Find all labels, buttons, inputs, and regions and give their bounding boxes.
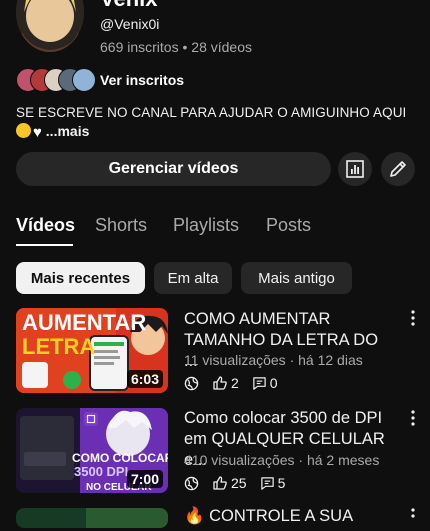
globe-icon bbox=[184, 476, 199, 490]
comments-count: 0 bbox=[252, 375, 278, 391]
comments-value: 5 bbox=[277, 475, 286, 491]
comment-icon bbox=[260, 476, 274, 490]
video-duration: 7:00 bbox=[126, 470, 163, 488]
video-thumbnail[interactable] bbox=[16, 508, 168, 528]
comments-value: 0 bbox=[269, 375, 278, 391]
subscriber-avatar bbox=[72, 68, 96, 92]
edit-channel-button[interactable] bbox=[381, 152, 415, 186]
tab-shorts[interactable]: Shorts bbox=[95, 215, 147, 236]
comments-count: 5 bbox=[260, 475, 286, 491]
channel-handle: @Venix0i bbox=[100, 16, 160, 32]
video-stats: 25 5 bbox=[184, 474, 298, 492]
smile-emoji-icon bbox=[16, 123, 31, 138]
video-thumbnail[interactable]: AUMENTAR LETRA 6:03 bbox=[16, 308, 168, 393]
visibility-indicator bbox=[184, 476, 199, 491]
channel-description: SE ESCREVE NO CANAL PARA AJUDAR O AMIGUI… bbox=[16, 105, 407, 120]
video-meta: 11 visualizações · há 12 dias bbox=[184, 352, 363, 368]
visibility-indicator bbox=[184, 376, 199, 391]
bar-chart-icon bbox=[346, 160, 364, 178]
tab-playlists[interactable]: Playlists bbox=[173, 215, 239, 236]
video-title[interactable]: 🔥 CONTROLE A SUA bbox=[184, 506, 396, 527]
likes-count: 25 bbox=[212, 475, 247, 491]
active-tab-indicator bbox=[16, 244, 73, 246]
video-count: 28 vídeos bbox=[191, 39, 252, 55]
video-stats: 2 0 bbox=[184, 374, 291, 392]
video-thumbnail[interactable]: COMO COLOCAR 3500 DPI NO CELULAR 7:00 bbox=[16, 408, 168, 493]
thumbs-up-icon bbox=[213, 376, 227, 390]
subscriber-avatars[interactable] bbox=[16, 68, 96, 92]
channel-avatar[interactable] bbox=[16, 0, 84, 52]
thumbs-up-icon bbox=[213, 476, 227, 490]
thumbnail-text-2: LETRA bbox=[22, 334, 95, 359]
channel-name: Venix bbox=[100, 0, 157, 12]
thumbnail-text-2: 3500 DPI bbox=[74, 464, 128, 479]
thumbnail-text-1: COMO COLOCAR bbox=[72, 451, 168, 465]
video-duration: 6:03 bbox=[126, 370, 163, 388]
chip-popular[interactable]: Em alta bbox=[154, 262, 232, 294]
more-options-icon[interactable] bbox=[407, 408, 419, 428]
globe-icon bbox=[184, 376, 199, 390]
video-title-text: CONTROLE A SUA bbox=[209, 507, 354, 525]
tab-videos[interactable]: Vídeos bbox=[16, 215, 75, 236]
more-link[interactable]: ...mais bbox=[46, 123, 90, 139]
video-title-line: 🔥 CONTROLE A SUA bbox=[184, 506, 396, 527]
subscriber-count: 669 inscritos bbox=[100, 39, 179, 55]
channel-stats: 669 inscritos • 28 vídeos bbox=[100, 39, 252, 55]
manage-videos-button[interactable]: Gerenciar vídeos bbox=[16, 152, 331, 186]
comment-icon bbox=[253, 376, 266, 390]
more-options-icon[interactable] bbox=[407, 506, 419, 526]
thumbnail-text-1: AUMENTAR bbox=[22, 310, 146, 335]
chip-most-recent[interactable]: Mais recentes bbox=[16, 262, 145, 294]
likes-value: 25 bbox=[231, 475, 247, 491]
likes-count: 2 bbox=[212, 375, 239, 391]
analytics-button[interactable] bbox=[338, 152, 372, 186]
chip-oldest[interactable]: Mais antigo bbox=[241, 262, 352, 294]
see-subscribers-link[interactable]: Ver inscritos bbox=[100, 72, 184, 88]
tab-posts[interactable]: Posts bbox=[266, 215, 311, 236]
fire-emoji-icon: 🔥 bbox=[184, 507, 205, 525]
video-title-line: COMO AUMENTAR bbox=[184, 310, 331, 328]
description-more-line[interactable]: ♥ ...mais bbox=[16, 123, 89, 141]
heart-emoji-icon: ♥ bbox=[33, 124, 42, 141]
video-title-line: Como colocar 3500 de DPI bbox=[184, 409, 383, 427]
more-options-icon[interactable] bbox=[407, 308, 419, 328]
likes-value: 2 bbox=[231, 375, 239, 391]
pencil-icon bbox=[390, 161, 406, 177]
video-meta: 410 visualizações · há 2 meses bbox=[184, 452, 380, 468]
stats-separator: • bbox=[182, 39, 192, 55]
